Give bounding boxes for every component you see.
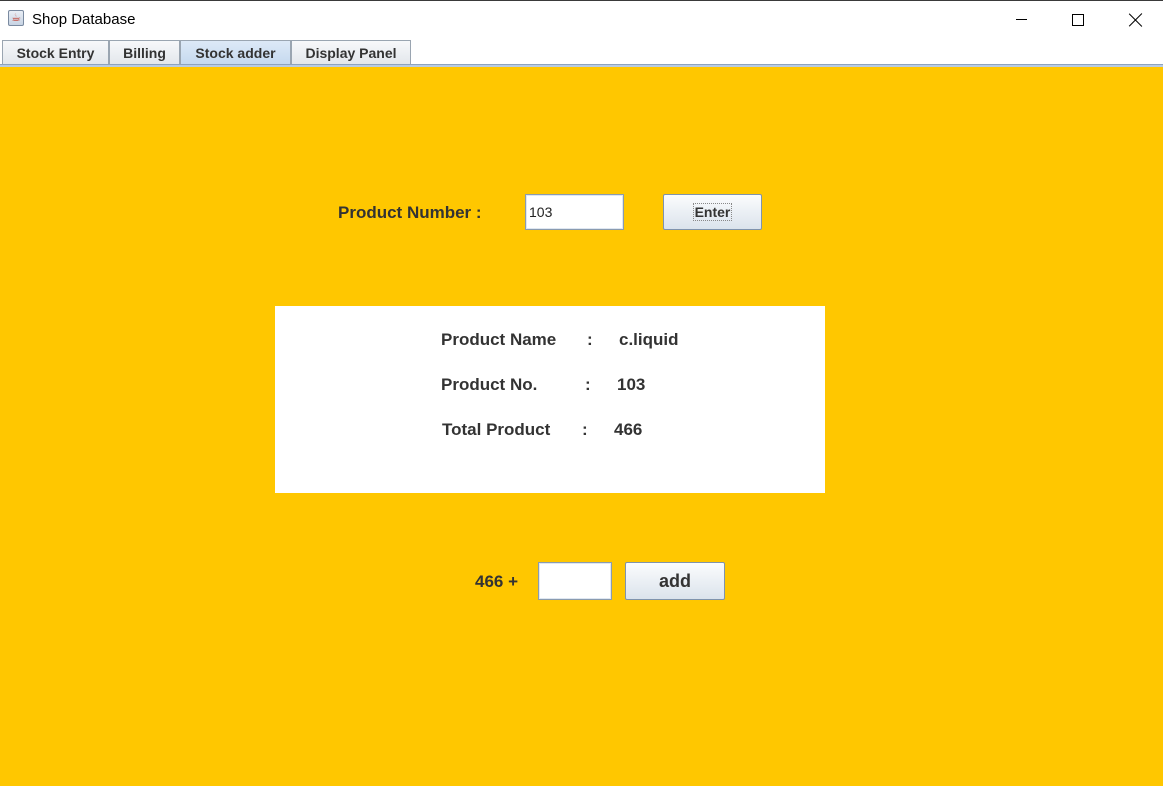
enter-button-label: Enter [692,203,733,221]
minimize-button[interactable] [998,1,1044,38]
add-quantity-input[interactable] [538,562,612,600]
java-cup-icon: ☕ [8,10,24,26]
maximize-button[interactable] [1055,1,1101,38]
total-product-colon: : [582,420,588,439]
add-prefix-label: 466 + [475,572,519,591]
close-button[interactable] [1113,1,1159,38]
enter-button[interactable]: Enter [663,194,762,230]
add-button[interactable]: add [625,562,725,600]
product-number-input[interactable] [525,194,624,230]
product-name-value: c.liquid [619,330,679,349]
tab-stock-entry[interactable]: Stock Entry [2,40,109,64]
product-name-label: Product Name [441,330,557,349]
minimize-icon [1015,19,1027,20]
product-no-colon: : [585,375,591,394]
total-product-label: Total Product [442,420,551,439]
product-info-box: Product Name : c.liquid Product No. : 10… [275,306,825,493]
product-name-colon: : [587,330,593,349]
tab-strip: Stock Entry Billing Stock adder Display … [0,38,1163,66]
total-product-value: 466 [614,420,643,439]
tab-stock-adder[interactable]: Stock adder [180,40,291,64]
tab-billing[interactable]: Billing [109,40,180,64]
window-title: Shop Database [32,11,136,28]
maximize-icon [1072,13,1084,26]
tab-display-panel[interactable]: Display Panel [291,40,411,64]
close-icon [1129,13,1143,27]
product-no-value: 103 [617,375,646,394]
stock-adder-panel: Product Number : Enter Product Name : c.… [0,67,1163,786]
product-no-label: Product No. [441,375,538,394]
title-bar: ☕ Shop Database [0,0,1163,38]
product-number-label: Product Number : [338,203,482,222]
